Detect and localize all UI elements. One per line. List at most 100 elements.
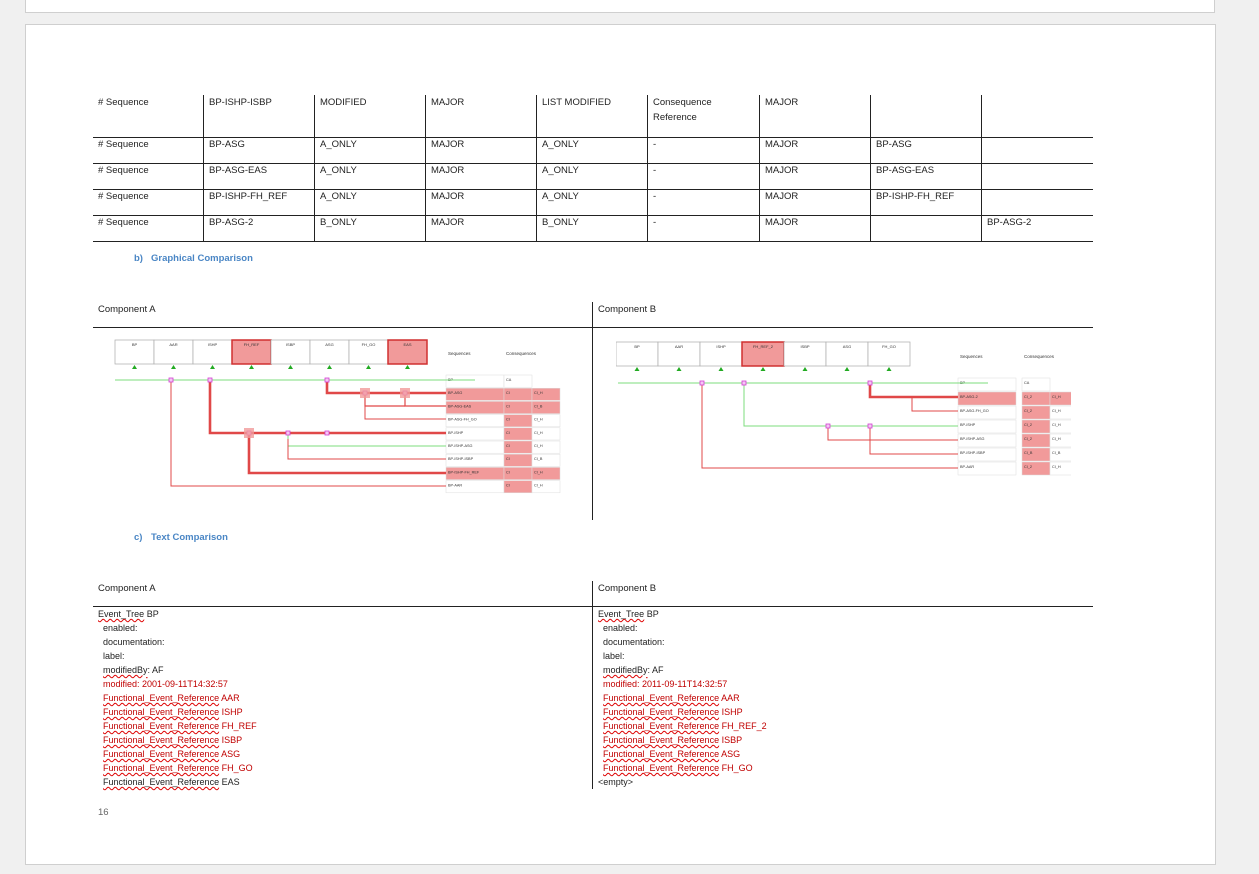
text-line: Functional_Event_Reference ASG [603,747,740,761]
event-triangle-icon [132,365,137,369]
spellcheck-flagged-word: Functional_Event_Reference [103,777,220,787]
event-triangle-icon [405,365,410,369]
text-segment: ISBP [219,735,243,745]
table-cell: BP-ASG-EAS [209,165,268,176]
spellcheck-flagged-word: Functional_Event_Reference [603,707,720,717]
event-tree-diagram-a: BP AAR ISHP FH_REF ISBP ASG FH_GO EAS Sequences C… [114,339,561,494]
sequence-path [287,439,446,460]
table-cell: B_ONLY [542,217,579,228]
text-segment: ASG [219,749,241,759]
table-row-rule [93,137,1093,138]
consequence-label: CI_H [534,391,543,395]
document-page: # Sequence BP-ISHP-ISBP MODIFIED MAJOR LIST … [25,24,1216,865]
text-line: enabled: [103,621,138,635]
event-triangle-icon [327,365,332,369]
table-cell: BP-ISHP-FH_REF [876,191,955,202]
consequence-label: CI_2 [1024,437,1032,441]
spellcheck-flagged-word: Functional_Event_Reference [603,735,720,745]
table-cell: A_ONLY [542,165,579,176]
table-cell: A_ONLY [320,165,357,176]
consequence-label: CI_2 [1024,395,1032,399]
consequence-label: CI_H [534,444,543,448]
text-line: Functional_Event_Reference ISBP [603,733,742,747]
graphical-component-b-title: Component B [598,304,657,315]
text-line: documentation: [603,635,665,649]
text-segment: FH_GO [719,763,753,773]
event-header-label: BP [634,344,640,349]
text-line: Functional_Event_Reference FH_GO [103,761,253,775]
event-header-label: AAR [675,344,683,349]
spellcheck-flagged-word: Functional_Event_Reference [103,707,220,717]
table-cell: MAJOR [765,139,799,150]
event-triangle-icon [634,367,640,371]
table-header-cell: MAJOR [431,97,465,108]
table-cell: # Sequence [98,217,149,228]
event-triangle-icon [676,367,682,371]
event-triangle-icon [802,367,808,371]
table-cell: BP-ASG-2 [209,217,254,228]
table-column-rule [203,95,204,241]
text-segment: modified: 2011-09-11T14:32:57 [603,679,728,689]
page-number: 16 [98,807,109,818]
sequence-path [287,433,446,447]
table-cell: A_ONLY [542,191,579,202]
sequence-path [911,397,958,412]
table-column-rule [647,95,648,241]
event-triangle-icon [249,365,254,369]
spellcheck-flagged-word: Functional_Event_Reference [103,693,220,703]
text-segment: FH_GO [219,763,253,773]
sequence-path [868,383,958,399]
graphical-component-a-title: Component A [98,304,156,315]
table-cell: # Sequence [98,139,149,150]
consequence-label: CI [506,484,510,488]
table-column-rule [536,95,537,241]
consequence-label: CI_H [1052,395,1061,399]
event-header-label: FH_GO [362,342,376,347]
table-header-cell: MODIFIED [320,97,367,108]
table-cell: MAJOR [431,217,465,228]
text-component-a-title: Component A [98,583,156,594]
text-segment: : AF [147,665,164,675]
consequence-label: CI_H [534,431,543,435]
consequence-label: CI_H [1052,409,1061,413]
table-row-rule [93,215,1093,216]
branch-node [207,377,213,383]
text-line: Functional_Event_Reference AAR [103,691,240,705]
text-line: enabled: [603,621,638,635]
text-table-rule [93,606,1093,607]
event-header-label: EAS [403,342,411,347]
sequence-label: BP-ISHP-ASG [448,444,473,448]
consequence-label: CI_H [534,470,543,474]
text-line: modifiedBy: AF [603,663,664,677]
text-line: Functional_Event_Reference ISHP [603,705,743,719]
sequence-label: BP-ISHP-ISBP [960,451,986,455]
text-segment: documentation: [603,637,665,647]
text-segment: ISBP [719,735,743,745]
table-cell: # Sequence [98,165,149,176]
text-segment: BP [144,609,159,619]
consequence-label: CI_2 [1024,423,1032,427]
sequence-label: BP-ASG-EAS [448,404,472,408]
text-table-divider [592,581,593,789]
consequence-label: CI [506,457,510,461]
branch-node [825,423,831,429]
table-cell: A_ONLY [542,139,579,150]
table-cell: A_ONLY [320,139,357,150]
sequences-header: Sequences [960,354,983,359]
event-header-label: ASG [325,342,333,347]
table-header-cell: LIST MODIFIED [542,97,611,108]
branch-node [324,377,330,383]
sequence-cell [445,374,505,388]
sequence-label: BP-ASG [448,391,462,395]
text-segment: ISHP [219,707,243,717]
table-cell: B_ONLY [320,217,357,228]
text-line: Functional_Event_Reference FH_REF_2 [603,719,767,733]
event-header-label: FH_REF [244,342,260,347]
spellcheck-flagged-word: Functional_Event_Reference [103,763,220,773]
consequence-label: CI [506,431,510,435]
consequence-label: CI_H [1052,437,1061,441]
table-cell: A_ONLY [320,191,357,202]
sequence-label: BP-ISHP [960,423,976,427]
text-segment: ISHP [719,707,743,717]
branch-node [867,380,873,386]
